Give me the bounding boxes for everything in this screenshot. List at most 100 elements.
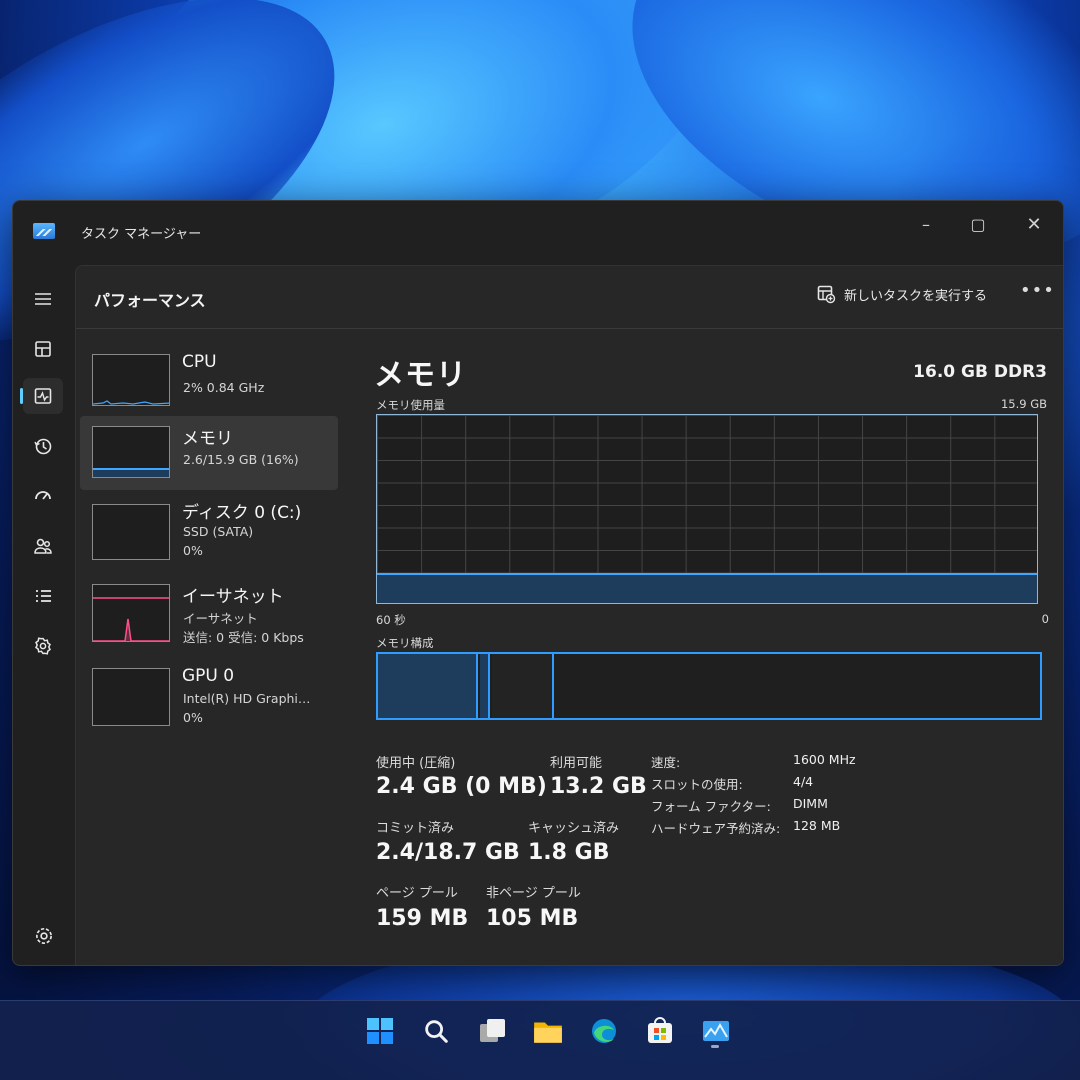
resource-name: イーサネット xyxy=(182,587,284,607)
paged-pool-label: ページ プール xyxy=(376,886,458,901)
nav-processes[interactable] xyxy=(23,331,63,367)
resource-detail: 送信: 0 受信: 0 Kbps xyxy=(183,630,304,645)
nonpaged-pool-label: 非ページ プール xyxy=(486,886,581,901)
run-new-task-button[interactable]: 新しいタスクを実行する xyxy=(816,284,987,304)
details-icon xyxy=(36,590,51,602)
resource-detail: SSD (SATA) xyxy=(183,524,254,539)
hamburger-menu-button[interactable] xyxy=(23,281,63,317)
graph-time-right: 0 xyxy=(1041,612,1049,626)
task-manager-icon xyxy=(703,1021,729,1041)
page-title: パフォーマンス xyxy=(94,291,206,310)
run-task-icon xyxy=(817,285,836,304)
composition-label: メモリ構成 xyxy=(376,636,434,650)
composition-standby xyxy=(492,654,554,718)
run-task-label: 新しいタスクを実行する xyxy=(844,288,988,304)
cached-label: キャッシュ済み xyxy=(528,821,620,836)
resource-detail: 0% xyxy=(183,710,203,725)
resource-memory[interactable]: メモリ 2.6/15.9 GB (16%) xyxy=(80,416,338,490)
nav-services[interactable] xyxy=(23,628,63,664)
more-options-button[interactable]: ••• xyxy=(1020,280,1055,301)
nav-users[interactable] xyxy=(23,528,63,564)
in-use-value: 2.4 GB (0 MB) xyxy=(376,774,547,799)
usage-graph-label: メモリ使用量 xyxy=(376,398,445,412)
resource-ethernet[interactable]: イーサネット イーサネット 送信: 0 受信: 0 Kbps xyxy=(80,574,338,648)
resource-detail: イーサネット xyxy=(183,611,258,626)
maximize-button[interactable]: ▢ xyxy=(957,209,999,241)
composition-in-use xyxy=(378,654,478,718)
memory-composition-bar xyxy=(376,652,1042,720)
settings-icon xyxy=(36,928,52,944)
committed-label: コミット済み xyxy=(376,821,455,836)
usage-graph-max: 15.9 GB xyxy=(1000,397,1047,411)
resource-cpu[interactable]: CPU 2% 0.84 GHz xyxy=(80,344,338,418)
file-explorer-button[interactable] xyxy=(530,1013,566,1049)
graph-time-left: 60 秒 xyxy=(376,613,406,627)
nav-performance[interactable] xyxy=(20,378,63,414)
in-use-label: 使用中 (圧縮) xyxy=(376,756,456,771)
task-manager-window: タスク マネージャー – ▢ ✕ パフォーマンス 新しいタスクを実行する •••… xyxy=(12,200,1064,966)
memory-usage-graph xyxy=(376,414,1038,604)
task-view-button[interactable] xyxy=(474,1013,510,1049)
close-button[interactable]: ✕ xyxy=(1013,209,1055,241)
nav-app-history[interactable] xyxy=(23,428,63,464)
ethernet-thumbnail-graph xyxy=(92,584,170,642)
minimize-button[interactable]: – xyxy=(905,209,947,241)
task-view-icon xyxy=(480,1019,505,1042)
resource-name: メモリ xyxy=(182,429,233,449)
resource-detail: 0% xyxy=(183,543,203,558)
prop-reserved-value: 128 MB xyxy=(793,818,841,833)
search-icon xyxy=(425,1020,448,1043)
start-button[interactable] xyxy=(362,1013,398,1049)
edge-icon xyxy=(592,1019,616,1043)
resource-detail: 2.6/15.9 GB (16%) xyxy=(183,452,299,467)
memory-thumbnail-graph xyxy=(92,426,170,478)
start-icon xyxy=(367,1018,393,1044)
taskbar xyxy=(0,1000,1080,1080)
settings-button[interactable] xyxy=(33,925,55,947)
file-explorer-icon xyxy=(534,1022,562,1043)
cached-value: 1.8 GB xyxy=(528,840,610,865)
available-label: 利用可能 xyxy=(550,756,603,771)
hamburger-menu-icon xyxy=(35,293,51,305)
prop-slots-value: 4/4 xyxy=(793,774,814,789)
paged-pool-value: 159 MB xyxy=(376,906,469,931)
prop-slots-label: スロットの使用: xyxy=(651,777,743,792)
composition-modified xyxy=(480,654,490,718)
committed-value: 2.4/18.7 GB xyxy=(376,840,520,865)
title-bar[interactable]: タスク マネージャー – ▢ ✕ xyxy=(13,201,1063,265)
cpu-thumbnail-graph xyxy=(92,354,170,406)
nav-startup-apps[interactable] xyxy=(23,478,63,514)
resource-disk[interactable]: ディスク 0 (C:) SSD (SATA) 0% xyxy=(80,490,338,564)
prop-speed-value: 1600 MHz xyxy=(793,752,856,767)
nav-rail xyxy=(13,265,73,965)
startup-apps-icon xyxy=(35,491,51,500)
services-icon xyxy=(35,637,51,655)
store-button[interactable] xyxy=(642,1013,678,1049)
prop-form-factor-value: DIMM xyxy=(793,796,828,811)
available-value: 13.2 GB xyxy=(550,774,647,799)
search-button[interactable] xyxy=(418,1013,454,1049)
task-manager-taskbar-button[interactable] xyxy=(698,1013,734,1049)
prop-form-factor-label: フォーム ファクター: xyxy=(651,799,771,814)
resource-name: GPU 0 xyxy=(182,666,235,686)
prop-reserved-label: ハードウェア予約済み: xyxy=(651,821,781,836)
nonpaged-pool-value: 105 MB xyxy=(486,906,579,931)
store-icon xyxy=(648,1017,672,1043)
memory-usage-fill xyxy=(377,572,1037,603)
resource-gpu[interactable]: GPU 0 Intel(R) HD Graphi… 0% xyxy=(80,658,338,732)
task-manager-app-icon xyxy=(33,223,55,239)
resource-name: CPU xyxy=(182,352,217,372)
edge-button[interactable] xyxy=(586,1013,622,1049)
detail-title: メモリ xyxy=(374,358,467,393)
header-divider xyxy=(76,328,1063,329)
memory-spec: 16.0 GB DDR3 xyxy=(913,362,1047,382)
users-icon xyxy=(34,538,52,554)
resource-name: ディスク 0 (C:) xyxy=(182,503,302,523)
disk-thumbnail-graph xyxy=(92,504,170,560)
resource-detail: Intel(R) HD Graphi… xyxy=(183,691,311,706)
nav-details[interactable] xyxy=(23,578,63,614)
performance-panel: パフォーマンス 新しいタスクを実行する ••• CPU 2% 0.84 GHz … xyxy=(75,265,1063,965)
gpu-thumbnail-graph xyxy=(92,668,170,726)
composition-free xyxy=(556,654,1040,718)
app-history-icon xyxy=(34,438,52,455)
